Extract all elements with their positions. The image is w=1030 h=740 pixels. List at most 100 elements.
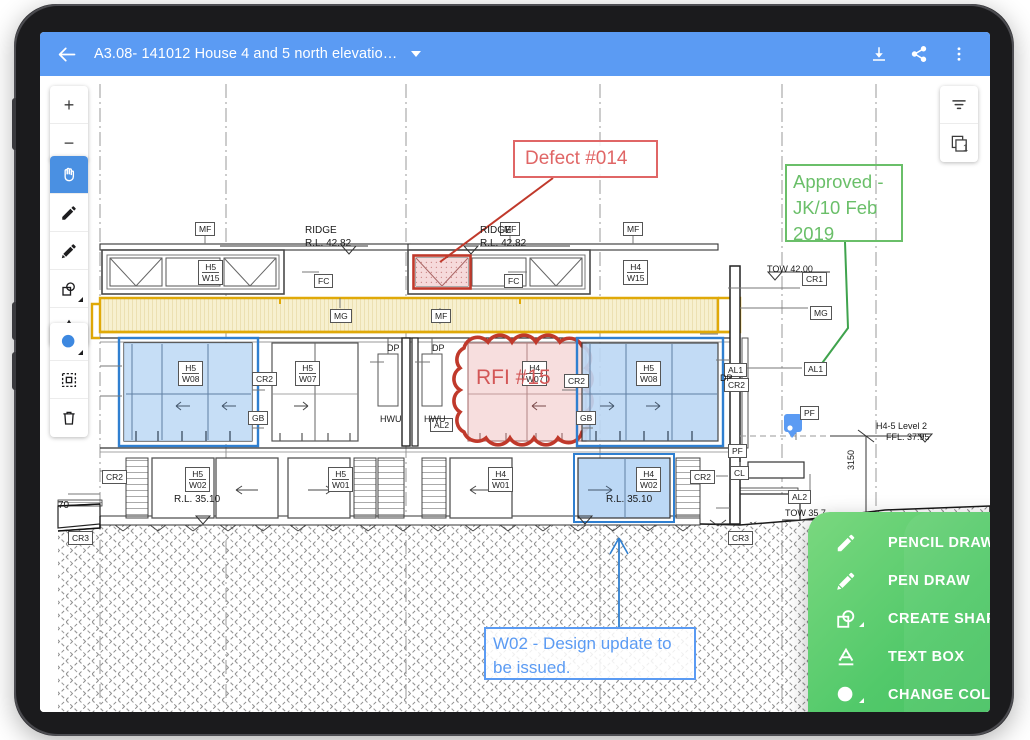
sheet-tag-fc-2: FC [504, 274, 523, 288]
sheet-tag-cr2-d: CR2 [102, 470, 127, 484]
back-arrow-icon[interactable] [54, 41, 80, 67]
level-ridge-2-value: R.L. 42.82 [480, 238, 526, 249]
power-button[interactable] [12, 98, 16, 150]
filter-button[interactable] [940, 86, 978, 124]
window-tag-h5-w02: H5W02 [185, 467, 210, 492]
create-shape-icon [826, 608, 866, 630]
sheet-tag-pf-2: PF [728, 444, 747, 458]
annotation-defect-text: Defect #014 [525, 148, 627, 170]
edit-features-tool[interactable] [50, 361, 88, 399]
menu-item-create-shape[interactable]: CREATE SHAPE [808, 600, 990, 638]
drawing-canvas[interactable]: MF MF MF MG MF FC FC CR1 MG AL1 AL1 CR2 … [40, 76, 990, 712]
more-options-icon[interactable] [942, 37, 976, 71]
level-tow-42: TOW 42.00 [767, 264, 813, 274]
menu-item-pen-draw[interactable]: PEN DRAW [808, 562, 990, 600]
window-tag-h4-w01: H4W01 [488, 467, 513, 492]
pencil-icon [60, 204, 78, 222]
trash-icon [60, 409, 78, 427]
submenu-caret-icon [78, 350, 83, 355]
volume-down-button[interactable] [12, 352, 16, 390]
annotation-w02-text: W02 - Design update to be issued. [493, 632, 694, 680]
document-title: A3.08- 141012 House 4 and 5 north elevat… [94, 46, 397, 62]
annotation-approved[interactable]: Approved - JK/10 Feb 2019 [785, 164, 903, 242]
annotation-w02[interactable]: W02 - Design update to be issued. [484, 627, 696, 680]
pen-icon [826, 570, 866, 592]
level-ridge-1-value: R.L. 42.82 [305, 238, 351, 249]
menu-item-pencil-draw[interactable]: PENCIL DRAW [808, 524, 990, 562]
zoom-in-button[interactable]: + [50, 86, 88, 124]
menu-item-text-box[interactable]: TEXT BOX [808, 638, 990, 676]
sheet-tag-cr2-c: CR2 [690, 470, 715, 484]
level-ffl-3795: FFL. 37.95 [886, 432, 930, 442]
window-tag-h4-w15: H4W15 [623, 260, 648, 285]
sheet-tag-mg-1: MG [330, 309, 352, 323]
sheet-tag-cr3-b: CR3 [728, 531, 753, 545]
pages-button[interactable]: 1 [940, 124, 978, 162]
menu-item-label: PEN DRAW [888, 573, 970, 589]
sheet-tag-cr3-a: CR3 [68, 531, 93, 545]
window-tag-h5-w07: H5W07 [295, 361, 320, 386]
window-tag-h5-w15: H5W15 [198, 260, 223, 285]
level-h45-level2: H4-5 Level 2 [876, 421, 927, 431]
pen-icon [60, 242, 78, 260]
sheet-tag-dp-2: DP [432, 343, 445, 353]
app-bar: A3.08- 141012 House 4 and 5 north elevat… [40, 32, 990, 76]
sheet-tag-hwu-1: HWU [380, 414, 402, 424]
colour-circle-icon [59, 332, 79, 352]
edit-toolbar [50, 323, 88, 437]
create-shape-tool[interactable] [50, 270, 88, 308]
menu-item-change-colour[interactable]: CHANGE COLOUR [808, 676, 990, 712]
sheet-tag-hwu-2: HWU [424, 414, 446, 424]
sheet-tag-pf-1: PF [800, 406, 819, 420]
annotation-toolbar [50, 156, 88, 346]
sheet-tag-al2-right: AL2 [788, 490, 811, 504]
menu-item-label: TEXT BOX [888, 649, 965, 665]
sheet-tag-al1-right: AL1 [804, 362, 827, 376]
sheet-tag-cr2-a: CR2 [252, 372, 277, 386]
volume-up-button[interactable] [12, 302, 16, 340]
sheet-tag-cl: CL [730, 466, 749, 480]
text-box-icon [826, 646, 866, 668]
share-icon[interactable] [902, 37, 936, 71]
annotation-approved-text: Approved - JK/10 Feb 2019 [793, 169, 901, 247]
sheet-tag-dp-3: DP [720, 373, 733, 383]
sheet-tag-gb-a: GB [248, 411, 268, 425]
level-ridge-1: RIDGE [305, 225, 337, 236]
sheet-tag-mf-3: MF [623, 222, 643, 236]
window-tag-h5-w08: H5W08 [178, 361, 203, 386]
sheet-tag-cr2-b: CR2 [564, 374, 589, 388]
download-icon[interactable] [862, 37, 896, 71]
sheet-tag-cr1: CR1 [802, 272, 827, 286]
submenu-caret-icon [859, 698, 864, 703]
pencil-tool[interactable] [50, 194, 88, 232]
annotation-defect[interactable]: Defect #014 [513, 140, 658, 178]
action-menu: PENCIL DRAW PEN DRAW [808, 512, 990, 712]
pan-hand-tool[interactable] [50, 156, 88, 194]
edit-features-icon [60, 371, 78, 389]
hand-icon [60, 165, 79, 184]
window-tag-h5-w01: H5W01 [328, 467, 353, 492]
window-tag-h4-w02: H4W02 [636, 467, 661, 492]
submenu-caret-icon [78, 297, 83, 302]
zoom-in-label: + [64, 96, 75, 114]
menu-item-label: CREATE SHAPE [888, 611, 990, 627]
change-colour-tool[interactable] [50, 323, 88, 361]
view-toolbar: 1 [940, 86, 978, 162]
level-rl-3510-a: R.L. 35.10 [174, 494, 220, 505]
sheet-tag-gb-b: GB [576, 411, 596, 425]
level-rl-3510-b: R.L. 35.10 [606, 494, 652, 505]
filter-icon [950, 96, 968, 114]
zoom-toolbar: + − [50, 86, 88, 162]
chevron-down-icon[interactable] [411, 51, 421, 57]
dimension-3150: 3150 [846, 450, 856, 470]
menu-item-label: CHANGE COLOUR [888, 687, 990, 703]
window-tag-h4-w07: H4W07 [522, 361, 547, 386]
delete-tool[interactable] [50, 399, 88, 437]
window-tag-h4-w08: H5W08 [636, 361, 661, 386]
pen-tool[interactable] [50, 232, 88, 270]
pages-count: 1 [963, 143, 968, 153]
colour-circle-icon [826, 684, 866, 706]
sheet-tag-mf-1: MF [195, 222, 215, 236]
sheet-tag-fc-1: FC [314, 274, 333, 288]
menu-item-label: PENCIL DRAW [888, 535, 990, 551]
